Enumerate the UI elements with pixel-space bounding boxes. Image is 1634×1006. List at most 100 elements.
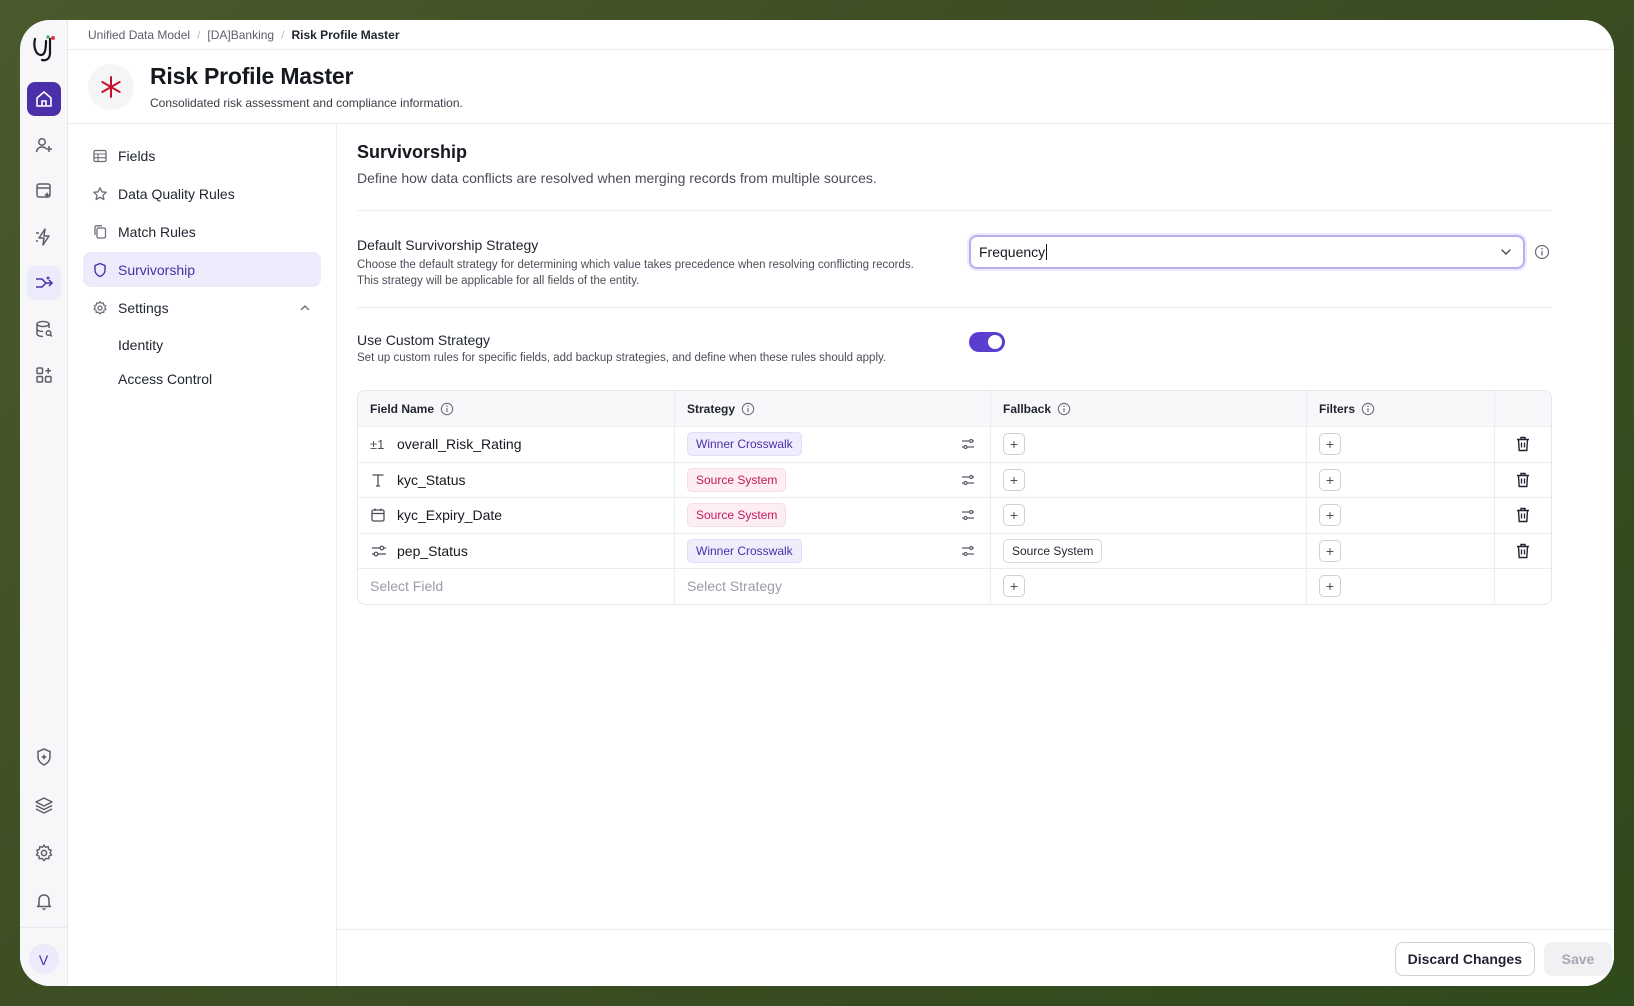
avatar[interactable]: V (28, 944, 59, 974)
add-filter-button[interactable]: + (1319, 575, 1341, 598)
fallback-cell: + (990, 569, 1306, 604)
info-icon[interactable] (440, 402, 454, 416)
field-cell: pep_Status (358, 534, 674, 569)
nav-subitem-identity[interactable]: Identity (83, 328, 321, 362)
trash-icon[interactable] (1514, 435, 1532, 453)
default-strategy-select[interactable]: Frequency (969, 235, 1525, 269)
nav-item-match-rules[interactable]: Match Rules (83, 214, 321, 249)
fallback-cell: + (990, 427, 1306, 462)
column-header-actions (1494, 391, 1551, 426)
column-header-filters: Filters (1306, 391, 1494, 426)
info-icon[interactable] (1534, 244, 1550, 265)
save-button[interactable]: Save (1544, 942, 1612, 976)
page-body: Fields Data Quality Rules Match Rules Su… (68, 124, 1614, 986)
add-fallback-button[interactable]: + (1003, 575, 1025, 598)
table-icon (92, 148, 108, 164)
entity-nav: Fields Data Quality Rules Match Rules Su… (68, 124, 337, 986)
strategy-tag: Source System (687, 467, 787, 492)
info-icon[interactable] (1057, 402, 1071, 416)
strategy-cell[interactable]: Winner Crosswalk (674, 427, 990, 462)
adjust-settings-icon[interactable] (960, 472, 976, 488)
database-search-icon[interactable] (27, 312, 61, 346)
table-row: ±1 overall_Risk_Rating Winner Crosswalk … (358, 426, 1551, 462)
shield-sparkle-icon[interactable] (27, 740, 61, 774)
nav-item-survivorship[interactable]: Survivorship (83, 252, 321, 287)
add-fallback-button[interactable]: + (1003, 433, 1025, 456)
layers-icon[interactable] (27, 788, 61, 822)
column-header-label: Field Name (370, 401, 435, 416)
add-filter-button[interactable]: + (1319, 539, 1341, 562)
filters-cell: + (1306, 498, 1494, 533)
add-filter-button[interactable]: + (1319, 433, 1341, 456)
trash-icon[interactable] (1514, 542, 1532, 560)
number-type-icon: ±1 (370, 436, 385, 452)
nav-item-settings[interactable]: Settings (83, 290, 321, 325)
nav-item-data-quality-rules[interactable]: Data Quality Rules (83, 176, 321, 211)
field-cell: kyc_Expiry_Date (358, 498, 674, 533)
home-icon[interactable] (26, 82, 61, 116)
page-subtitle: Consolidated risk assessment and complia… (150, 96, 463, 110)
adjust-settings-icon[interactable] (960, 507, 976, 523)
grid-plus-icon[interactable] (27, 358, 61, 392)
bell-icon[interactable] (27, 884, 61, 918)
chevron-up-icon[interactable] (299, 302, 311, 314)
gear-icon (92, 300, 108, 316)
strategy-cell[interactable]: Source System (674, 498, 990, 533)
strategy-cell[interactable]: Source System (674, 462, 990, 497)
user-plus-icon[interactable] (27, 128, 61, 162)
breadcrumb-item-banking[interactable]: [DA]Banking (207, 28, 274, 42)
add-filter-button[interactable]: + (1319, 468, 1341, 491)
actions-cell (1494, 569, 1551, 604)
strategy-tag: Winner Crosswalk (687, 432, 802, 457)
actions-cell (1494, 462, 1551, 497)
add-fallback-button[interactable]: + (1003, 468, 1025, 491)
text-type-icon (370, 472, 388, 488)
breadcrumb-item-udm[interactable]: Unified Data Model (88, 28, 190, 42)
text-cursor (1046, 244, 1048, 260)
breadcrumb-separator: / (281, 27, 285, 42)
nav-item-fields[interactable]: Fields (83, 138, 321, 173)
add-fallback-button[interactable]: + (1003, 504, 1025, 527)
section-title: Survivorship (357, 142, 468, 162)
column-header-fallback: Fallback (990, 391, 1306, 426)
actions-cell (1494, 533, 1551, 568)
merge-arrows-icon[interactable] (26, 266, 61, 300)
adjust-settings-icon[interactable] (960, 436, 976, 452)
nav-subitem-access-control[interactable]: Access Control (83, 362, 321, 396)
custom-strategy-row: Use Custom Strategy Set up custom rules … (357, 308, 1552, 390)
gear-icon[interactable] (27, 836, 61, 870)
select-strategy-input[interactable]: Select Strategy (674, 569, 990, 604)
add-filter-button[interactable]: + (1319, 504, 1341, 527)
new-rule-row: Select Field Select Strategy + + (358, 568, 1551, 604)
nav-item-label: Fields (118, 147, 156, 164)
info-icon[interactable] (1361, 402, 1375, 416)
actions-cell (1494, 427, 1551, 462)
default-strategy-row: Default Survivorship Strategy Choose the… (357, 211, 1552, 307)
fallback-tag[interactable]: Source System (1003, 538, 1103, 563)
bolt-icon[interactable] (27, 220, 61, 254)
adjust-settings-icon[interactable] (960, 543, 976, 559)
cards-sparkle-icon[interactable] (27, 174, 61, 208)
custom-strategy-toggle[interactable] (969, 332, 1005, 352)
info-icon[interactable] (741, 402, 755, 416)
strategy-cell[interactable]: Winner Crosswalk (674, 533, 990, 568)
select-field-input[interactable]: Select Field (358, 569, 674, 604)
rail-bottom: V (27, 726, 61, 974)
field-cell: kyc_Status (358, 463, 674, 498)
fallback-cell: + (990, 498, 1306, 533)
trash-icon[interactable] (1514, 506, 1532, 524)
nav-item-label: Match Rules (118, 223, 196, 240)
discard-changes-button[interactable]: Discard Changes (1394, 942, 1535, 976)
fallback-cell[interactable]: Source System (990, 533, 1306, 568)
custom-strategy-label: Use Custom Strategy (357, 332, 491, 348)
page-title: Risk Profile Master (150, 63, 354, 89)
icon-rail: V (20, 20, 68, 986)
filters-cell: + (1306, 533, 1494, 568)
default-strategy-description: Choose the default strategy for determin… (357, 259, 914, 287)
custom-strategy-description: Set up custom rules for specific fields,… (357, 352, 887, 364)
trash-icon[interactable] (1514, 471, 1532, 489)
strategy-tag: Source System (687, 503, 787, 528)
default-strategy-label: Default Survivorship Strategy (357, 237, 539, 253)
calendar-icon (370, 507, 388, 523)
breadcrumb: Unified Data Model / [DA]Banking / Risk … (68, 20, 1614, 50)
